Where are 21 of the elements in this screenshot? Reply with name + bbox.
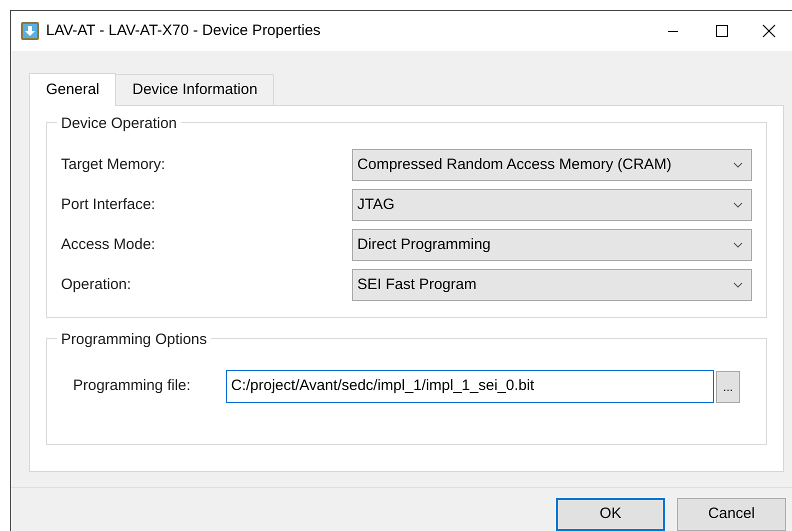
field-label: Operation: xyxy=(61,274,132,295)
tab[interactable]: General xyxy=(29,73,116,106)
dialog-button[interactable]: Cancel xyxy=(677,498,786,531)
chip-icon xyxy=(20,21,40,41)
field-label: Access Mode: xyxy=(61,234,156,255)
browse-button[interactable]: ... xyxy=(716,370,740,402)
field-label: Target Memory: xyxy=(61,154,166,175)
field-label: Port Interface: xyxy=(61,194,156,215)
field-label: Programming file: xyxy=(73,376,192,396)
chevron-down-icon xyxy=(733,162,743,168)
tab[interactable]: Device Information xyxy=(116,74,274,105)
dialog-button[interactable]: OK xyxy=(556,498,665,531)
dropdown[interactable]: Direct Programming xyxy=(352,229,752,261)
dropdown[interactable]: Compressed Random Access Memory (CRAM) xyxy=(352,149,752,181)
dropdown[interactable]: SEI Fast Program xyxy=(352,269,752,301)
chevron-down-icon xyxy=(733,242,743,248)
chevron-down-icon xyxy=(733,202,743,208)
window-title: LAV-AT - LAV-AT-X70 - Device Properties xyxy=(46,20,321,41)
dropdown[interactable]: JTAG xyxy=(352,189,752,221)
chevron-down-icon xyxy=(733,282,743,288)
file-path-field[interactable]: C:/project/Avant/sedc/impl_1/impl_1_sei_0.bit xyxy=(226,370,714,403)
